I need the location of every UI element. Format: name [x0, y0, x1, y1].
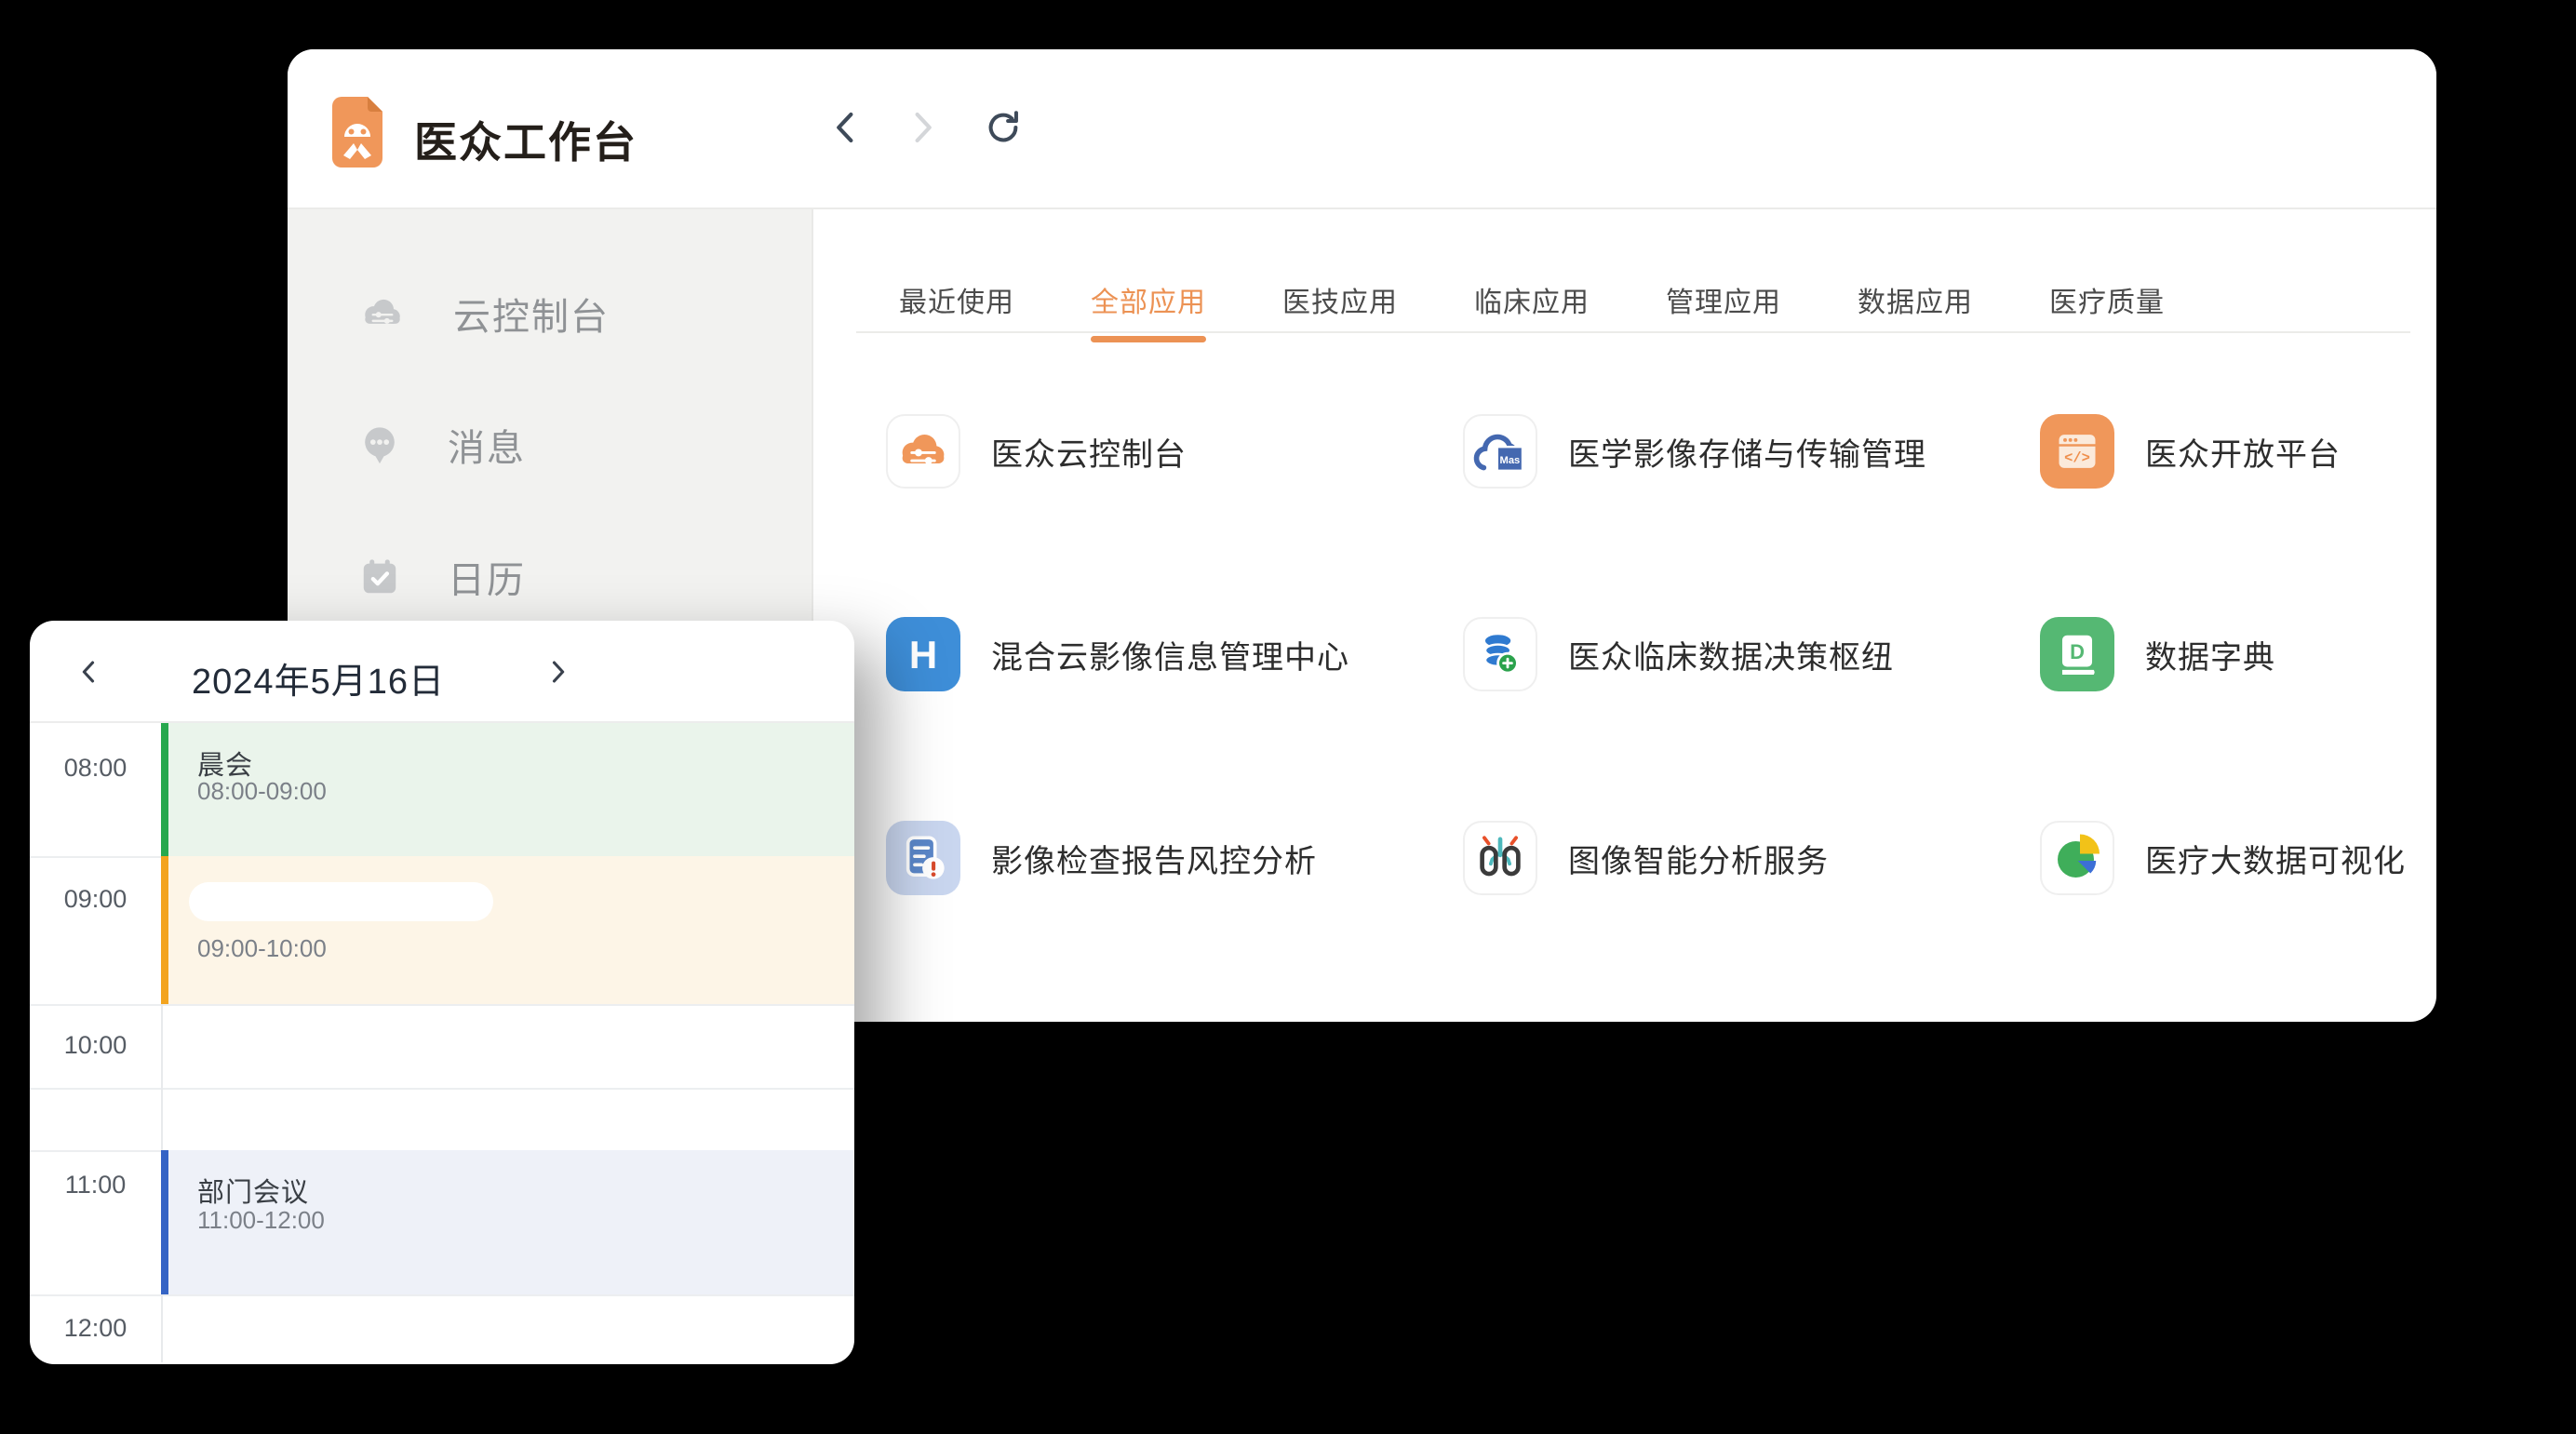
app-label: 医众临床数据决策枢纽 — [1568, 632, 1894, 677]
event-department-meeting[interactable]: 部门会议 11:00-12:00 — [161, 1150, 854, 1294]
sidebar-item-label: 云控制台 — [453, 287, 610, 341]
cloud-console-icon — [358, 294, 407, 333]
event-morning-meeting[interactable]: 晨会 08:00-09:00 — [161, 723, 854, 856]
tab-data[interactable]: 数据应用 — [1858, 279, 1973, 320]
app-label: 医众开放平台 — [2145, 429, 2341, 475]
calendar-next-icon[interactable] — [537, 651, 578, 692]
app-report-risk-analysis[interactable]: 影像检查报告风控分析 — [886, 821, 1444, 895]
svg-text:Mas: Mas — [1500, 455, 1521, 466]
calendar-icon — [358, 556, 401, 598]
app-image-ai-analysis[interactable]: 图像智能分析服务 — [1463, 821, 2021, 895]
screen: 医众工作台 — [0, 0, 2576, 1434]
app-label: 医众云控制台 — [991, 429, 1187, 475]
app-clinical-data-hub[interactable]: 医众临床数据决策枢纽 — [1463, 617, 2021, 691]
open-platform-code-icon: </> — [2053, 427, 2101, 476]
event-color-bar — [161, 856, 168, 1004]
tab-recent[interactable]: 最近使用 — [899, 279, 1014, 320]
forward-arrow-icon[interactable] — [899, 105, 944, 150]
event-time: 09:00-10:00 — [197, 934, 327, 963]
sidebar-item-label: 日历 — [448, 550, 526, 604]
tab-medtech[interactable]: 医技应用 — [1282, 279, 1398, 320]
hour-gridline — [30, 1088, 854, 1090]
time-label: 09:00 — [30, 885, 161, 914]
app-label: 数据字典 — [2145, 632, 2275, 677]
event-redacted[interactable]: 09:00-10:00 — [161, 856, 854, 1004]
svg-text:H: H — [909, 633, 937, 677]
yizhong-logo — [332, 97, 382, 168]
pie-chart-icon — [2049, 830, 2105, 886]
redacted-event-title — [189, 882, 493, 921]
app-label: 混合云影像信息管理中心 — [991, 632, 1349, 677]
app-bigdata-visualization[interactable]: 医疗大数据可视化 — [2040, 821, 2576, 895]
window-header: 医众工作台 — [288, 49, 2436, 209]
calendar-prev-icon[interactable] — [69, 651, 110, 692]
app-label: 图像智能分析服务 — [1568, 836, 1829, 881]
app-category-tabs: 最近使用 全部应用 医技应用 临床应用 管理应用 数据应用 医疗质量 — [899, 279, 2165, 320]
event-color-bar — [161, 723, 168, 856]
sidebar-item-cloud-console[interactable]: 云控制台 — [288, 271, 812, 356]
back-arrow-icon[interactable] — [825, 105, 869, 150]
svg-text:</>: </> — [2064, 449, 2090, 466]
sidebar-item-calendar[interactable]: 日历 — [288, 534, 812, 620]
window-title: 医众工作台 — [414, 109, 637, 170]
sidebar-item-label: 消息 — [448, 418, 526, 472]
calendar-date: 2024年5月16日 — [141, 652, 495, 704]
message-icon — [358, 423, 401, 466]
time-label: 08:00 — [30, 754, 161, 783]
hybrid-cloud-h-icon: H — [886, 617, 960, 691]
app-hybrid-cloud-center[interactable]: H 混合云影像信息管理中心 — [886, 617, 1444, 691]
event-color-bar — [161, 1150, 168, 1294]
sidebar-item-messages[interactable]: 消息 — [288, 402, 812, 488]
report-risk-alert-icon — [896, 831, 950, 885]
app-label: 医学影像存储与传输管理 — [1568, 429, 1926, 475]
clinical-database-plus-icon — [1470, 624, 1530, 684]
refresh-icon[interactable] — [981, 105, 1026, 150]
svg-text:D: D — [2070, 640, 2085, 663]
app-cloud-console[interactable]: 医众云控制台 — [886, 414, 1444, 489]
data-dictionary-book-icon: D — [2052, 629, 2102, 679]
calendar-header: 2024年5月16日 — [30, 621, 854, 723]
calendar-day-view: 08:00 09:00 10:00 11:00 12:00 晨会 08:00-0… — [30, 723, 854, 1362]
tab-all-apps[interactable]: 全部应用 — [1091, 279, 1206, 320]
mas-cloud-icon: Mas — [1470, 422, 1530, 481]
tab-quality[interactable]: 医疗质量 — [2049, 279, 2165, 320]
time-label: 10:00 — [30, 1031, 161, 1060]
event-title: 部门会议 — [197, 1171, 309, 1210]
hour-gridline — [30, 1294, 854, 1296]
app-image-storage[interactable]: Mas 医学影像存储与传输管理 — [1463, 414, 2021, 489]
tab-admin[interactable]: 管理应用 — [1666, 279, 1781, 320]
app-open-platform[interactable]: </> 医众开放平台 — [2040, 414, 2576, 489]
event-time: 11:00-12:00 — [197, 1206, 325, 1235]
app-data-dictionary[interactable]: D 数据字典 — [2040, 617, 2576, 691]
hour-gridline — [30, 1004, 854, 1006]
tabs-divider — [856, 331, 2410, 333]
time-label: 11:00 — [30, 1171, 161, 1199]
app-label: 医疗大数据可视化 — [2145, 836, 2406, 881]
tab-clinical[interactable]: 临床应用 — [1474, 279, 1590, 320]
time-label: 12:00 — [30, 1314, 161, 1343]
lungs-analysis-icon — [1471, 829, 1529, 887]
calendar-panel: 2024年5月16日 08:00 09:00 10:00 11:00 12:00… — [30, 621, 854, 1364]
app-label: 影像检查报告风控分析 — [991, 836, 1317, 881]
cloud-sliders-icon — [894, 429, 952, 474]
event-time: 08:00-09:00 — [197, 777, 327, 806]
